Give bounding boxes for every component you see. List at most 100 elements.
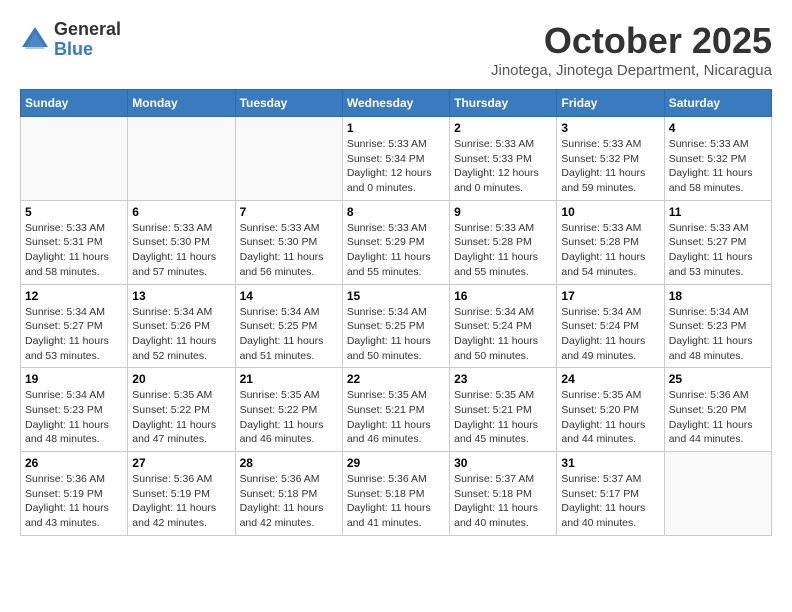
day-number: 29 bbox=[347, 456, 445, 470]
day-info: Sunrise: 5:36 AM Sunset: 5:19 PM Dayligh… bbox=[25, 472, 123, 531]
calendar-table: SundayMondayTuesdayWednesdayThursdayFrid… bbox=[20, 89, 772, 536]
day-number: 17 bbox=[561, 289, 659, 303]
day-info: Sunrise: 5:33 AM Sunset: 5:31 PM Dayligh… bbox=[25, 221, 123, 280]
day-of-week-header: Sunday bbox=[21, 90, 128, 117]
calendar-cell: 21 Sunrise: 5:35 AM Sunset: 5:22 PM Dayli… bbox=[235, 368, 342, 452]
day-number: 7 bbox=[240, 205, 338, 219]
day-info: Sunrise: 5:33 AM Sunset: 5:33 PM Dayligh… bbox=[454, 137, 552, 196]
day-number: 31 bbox=[561, 456, 659, 470]
day-number: 20 bbox=[132, 372, 230, 386]
calendar-cell: 24 Sunrise: 5:35 AM Sunset: 5:20 PM Dayli… bbox=[557, 368, 664, 452]
calendar-cell: 5Sunrise: 5:33 AM Sunset: 5:31 PM Daylig… bbox=[21, 200, 128, 284]
calendar-cell: 19 Sunrise: 5:34 AM Sunset: 5:23 PM Dayli… bbox=[21, 368, 128, 452]
calendar-cell bbox=[21, 117, 128, 201]
calendar-cell: 6Sunrise: 5:33 AM Sunset: 5:30 PM Daylig… bbox=[128, 200, 235, 284]
day-info: Sunrise: 5:36 AM Sunset: 5:19 PM Dayligh… bbox=[132, 472, 230, 531]
calendar-cell: 11Sunrise: 5:33 AM Sunset: 5:27 PM Dayli… bbox=[664, 200, 771, 284]
day-info: Sunrise: 5:34 AM Sunset: 5:26 PM Dayligh… bbox=[132, 305, 230, 364]
calendar-cell: 13 Sunrise: 5:34 AM Sunset: 5:26 PM Dayli… bbox=[128, 284, 235, 368]
day-info: Sunrise: 5:36 AM Sunset: 5:20 PM Dayligh… bbox=[669, 388, 767, 447]
day-info: Sunrise: 5:35 AM Sunset: 5:21 PM Dayligh… bbox=[347, 388, 445, 447]
day-number: 16 bbox=[454, 289, 552, 303]
day-number: 6 bbox=[132, 205, 230, 219]
day-number: 24 bbox=[561, 372, 659, 386]
day-number: 23 bbox=[454, 372, 552, 386]
calendar-cell: 31Sunrise: 5:37 AM Sunset: 5:17 PM Dayli… bbox=[557, 452, 664, 536]
location-title: Jinotega, Jinotega Department, Nicaragua bbox=[491, 62, 772, 79]
day-info: Sunrise: 5:35 AM Sunset: 5:22 PM Dayligh… bbox=[132, 388, 230, 447]
day-info: Sunrise: 5:34 AM Sunset: 5:27 PM Dayligh… bbox=[25, 305, 123, 364]
day-number: 21 bbox=[240, 372, 338, 386]
day-number: 15 bbox=[347, 289, 445, 303]
day-number: 26 bbox=[25, 456, 123, 470]
day-number: 27 bbox=[132, 456, 230, 470]
day-info: Sunrise: 5:33 AM Sunset: 5:34 PM Dayligh… bbox=[347, 137, 445, 196]
day-info: Sunrise: 5:35 AM Sunset: 5:20 PM Dayligh… bbox=[561, 388, 659, 447]
calendar-cell: 3Sunrise: 5:33 AM Sunset: 5:32 PM Daylig… bbox=[557, 117, 664, 201]
day-of-week-header: Thursday bbox=[450, 90, 557, 117]
day-number: 4 bbox=[669, 121, 767, 135]
day-info: Sunrise: 5:33 AM Sunset: 5:28 PM Dayligh… bbox=[454, 221, 552, 280]
calendar-cell: 2 Sunrise: 5:33 AM Sunset: 5:33 PM Daylig… bbox=[450, 117, 557, 201]
day-number: 12 bbox=[25, 289, 123, 303]
day-info: Sunrise: 5:35 AM Sunset: 5:22 PM Dayligh… bbox=[240, 388, 338, 447]
day-of-week-header: Saturday bbox=[664, 90, 771, 117]
day-info: Sunrise: 5:34 AM Sunset: 5:23 PM Dayligh… bbox=[669, 305, 767, 364]
calendar-cell: 8 Sunrise: 5:33 AM Sunset: 5:29 PM Daylig… bbox=[342, 200, 449, 284]
day-info: Sunrise: 5:36 AM Sunset: 5:18 PM Dayligh… bbox=[240, 472, 338, 531]
calendar-cell: 4 Sunrise: 5:33 AM Sunset: 5:32 PM Daylig… bbox=[664, 117, 771, 201]
day-number: 13 bbox=[132, 289, 230, 303]
day-of-week-header: Tuesday bbox=[235, 90, 342, 117]
day-info: Sunrise: 5:34 AM Sunset: 5:23 PM Dayligh… bbox=[25, 388, 123, 447]
day-of-week-header: Monday bbox=[128, 90, 235, 117]
day-info: Sunrise: 5:33 AM Sunset: 5:30 PM Dayligh… bbox=[240, 221, 338, 280]
calendar-week-row: 1Sunrise: 5:33 AM Sunset: 5:34 PM Daylig… bbox=[21, 117, 772, 201]
day-number: 28 bbox=[240, 456, 338, 470]
logo: General Blue bbox=[20, 20, 121, 60]
day-info: Sunrise: 5:33 AM Sunset: 5:28 PM Dayligh… bbox=[561, 221, 659, 280]
day-info: Sunrise: 5:34 AM Sunset: 5:25 PM Dayligh… bbox=[347, 305, 445, 364]
calendar-cell: 10 Sunrise: 5:33 AM Sunset: 5:28 PM Dayli… bbox=[557, 200, 664, 284]
day-number: 22 bbox=[347, 372, 445, 386]
day-info: Sunrise: 5:33 AM Sunset: 5:29 PM Dayligh… bbox=[347, 221, 445, 280]
day-number: 8 bbox=[347, 205, 445, 219]
day-number: 25 bbox=[669, 372, 767, 386]
calendar-cell: 15 Sunrise: 5:34 AM Sunset: 5:25 PM Dayli… bbox=[342, 284, 449, 368]
day-info: Sunrise: 5:33 AM Sunset: 5:32 PM Dayligh… bbox=[669, 137, 767, 196]
day-number: 30 bbox=[454, 456, 552, 470]
calendar-cell: 18 Sunrise: 5:34 AM Sunset: 5:23 PM Dayli… bbox=[664, 284, 771, 368]
calendar-cell bbox=[128, 117, 235, 201]
calendar-cell: 16 Sunrise: 5:34 AM Sunset: 5:24 PM Dayli… bbox=[450, 284, 557, 368]
day-info: Sunrise: 5:34 AM Sunset: 5:24 PM Dayligh… bbox=[561, 305, 659, 364]
page-header: General Blue October 2025 Jinotega, Jino… bbox=[20, 20, 772, 79]
logo-icon bbox=[20, 25, 50, 55]
calendar-week-row: 19 Sunrise: 5:34 AM Sunset: 5:23 PM Dayli… bbox=[21, 368, 772, 452]
day-info: Sunrise: 5:33 AM Sunset: 5:32 PM Dayligh… bbox=[561, 137, 659, 196]
calendar-cell: 23 Sunrise: 5:35 AM Sunset: 5:21 PM Dayli… bbox=[450, 368, 557, 452]
day-number: 2 bbox=[454, 121, 552, 135]
day-number: 19 bbox=[25, 372, 123, 386]
day-number: 10 bbox=[561, 205, 659, 219]
day-info: Sunrise: 5:34 AM Sunset: 5:24 PM Dayligh… bbox=[454, 305, 552, 364]
day-info: Sunrise: 5:35 AM Sunset: 5:21 PM Dayligh… bbox=[454, 388, 552, 447]
calendar-cell bbox=[235, 117, 342, 201]
calendar-cell: 7 Sunrise: 5:33 AM Sunset: 5:30 PM Daylig… bbox=[235, 200, 342, 284]
day-number: 18 bbox=[669, 289, 767, 303]
calendar-cell: 28 Sunrise: 5:36 AM Sunset: 5:18 PM Dayli… bbox=[235, 452, 342, 536]
calendar-week-row: 26 Sunrise: 5:36 AM Sunset: 5:19 PM Dayli… bbox=[21, 452, 772, 536]
calendar-week-row: 12 Sunrise: 5:34 AM Sunset: 5:27 PM Dayli… bbox=[21, 284, 772, 368]
calendar-cell: 20 Sunrise: 5:35 AM Sunset: 5:22 PM Dayli… bbox=[128, 368, 235, 452]
month-title: October 2025 bbox=[491, 20, 772, 62]
calendar-cell: 17 Sunrise: 5:34 AM Sunset: 5:24 PM Dayli… bbox=[557, 284, 664, 368]
day-number: 11 bbox=[669, 205, 767, 219]
calendar-cell: 30 Sunrise: 5:37 AM Sunset: 5:18 PM Dayli… bbox=[450, 452, 557, 536]
calendar-week-row: 5Sunrise: 5:33 AM Sunset: 5:31 PM Daylig… bbox=[21, 200, 772, 284]
calendar-cell: 25 Sunrise: 5:36 AM Sunset: 5:20 PM Dayli… bbox=[664, 368, 771, 452]
day-of-week-header: Wednesday bbox=[342, 90, 449, 117]
calendar-cell: 22 Sunrise: 5:35 AM Sunset: 5:21 PM Dayli… bbox=[342, 368, 449, 452]
day-info: Sunrise: 5:37 AM Sunset: 5:18 PM Dayligh… bbox=[454, 472, 552, 531]
day-number: 14 bbox=[240, 289, 338, 303]
calendar-cell: 14Sunrise: 5:34 AM Sunset: 5:25 PM Dayli… bbox=[235, 284, 342, 368]
calendar-cell: 12 Sunrise: 5:34 AM Sunset: 5:27 PM Dayli… bbox=[21, 284, 128, 368]
logo-general-text: General bbox=[54, 20, 121, 40]
